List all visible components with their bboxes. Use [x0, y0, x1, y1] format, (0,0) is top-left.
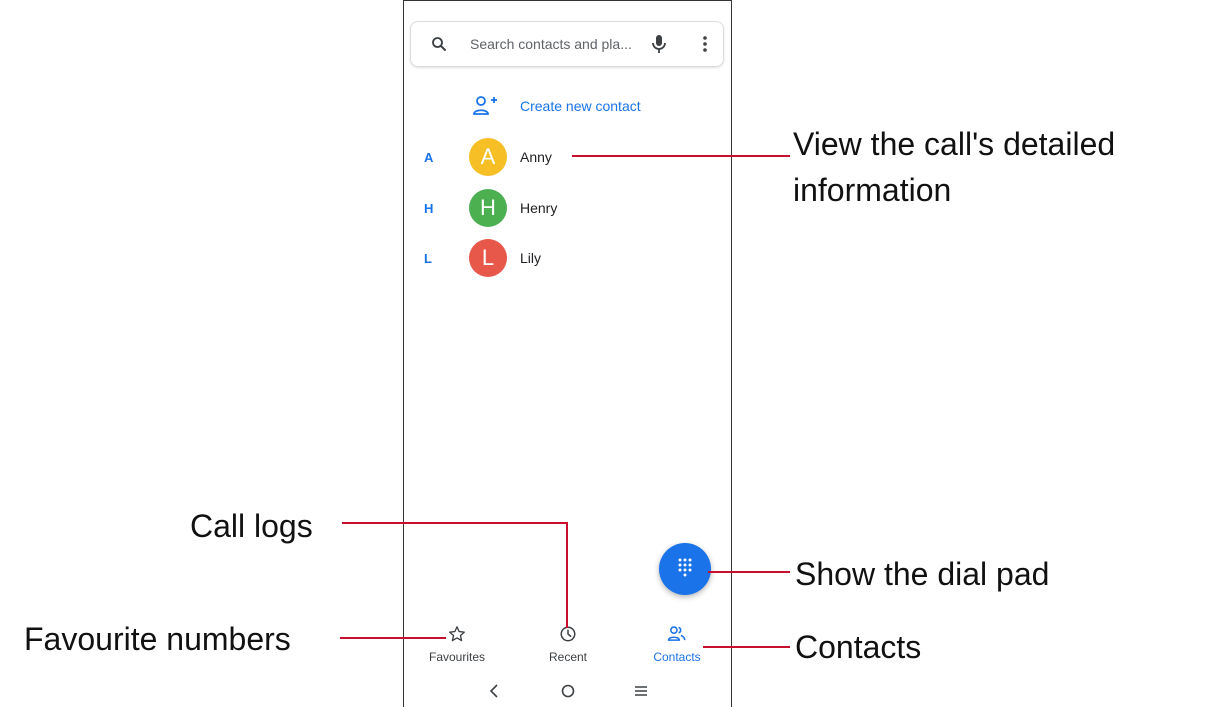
- leader-line-contacts: [703, 646, 790, 648]
- leader-line-call-logs-vertical: [566, 522, 568, 628]
- annotation-favourites: Favourite numbers: [24, 621, 291, 657]
- section-letter: L: [424, 251, 432, 266]
- section-letter: A: [424, 150, 434, 165]
- annotation-dial-pad: Show the dial pad: [795, 556, 1050, 592]
- contact-row-lily[interactable]: L L Lily: [404, 239, 731, 279]
- dialpad-icon: [677, 557, 693, 582]
- annotation-call-logs: Call logs: [190, 508, 313, 544]
- search-input[interactable]: Search contacts and pla...: [470, 36, 632, 52]
- contact-name: Lily: [520, 250, 542, 266]
- annotation-contacts: Contacts: [795, 629, 922, 665]
- create-new-contact-label: Create new contact: [520, 98, 641, 114]
- annotation-view-details-line1: View the call's detailed: [793, 126, 1116, 162]
- leader-line-favourites: [340, 637, 446, 639]
- contact-row-henry[interactable]: H H Henry: [404, 189, 731, 229]
- section-letter: H: [424, 201, 434, 216]
- avatar: H: [469, 189, 507, 227]
- avatar: L: [469, 239, 507, 277]
- search-bar[interactable]: Search contacts and pla...: [410, 21, 724, 67]
- dialpad-button[interactable]: [659, 543, 711, 595]
- tab-label: Contacts: [653, 650, 701, 664]
- contact-name: Anny: [520, 149, 552, 165]
- back-icon[interactable]: [479, 679, 509, 703]
- leader-line-dialpad: [708, 571, 790, 573]
- create-new-contact-button[interactable]: Create new contact: [404, 93, 731, 121]
- contact-name: Henry: [520, 200, 558, 216]
- clock-icon: [523, 625, 613, 648]
- leader-line-call-logs: [342, 522, 568, 524]
- recent-apps-icon[interactable]: [626, 679, 656, 703]
- tab-contacts[interactable]: Contacts: [632, 621, 722, 665]
- tab-label: Recent: [548, 650, 588, 664]
- tab-label: Favourites: [428, 650, 486, 664]
- microphone-icon[interactable]: [647, 22, 671, 66]
- add-person-icon: [472, 95, 498, 122]
- more-options-icon[interactable]: [693, 22, 717, 66]
- tab-recent[interactable]: Recent: [523, 621, 613, 665]
- leader-line-details: [572, 155, 790, 157]
- contacts-icon: [632, 625, 722, 648]
- search-icon[interactable]: [427, 22, 451, 66]
- tab-favourites[interactable]: Favourites: [412, 621, 502, 665]
- avatar: A: [469, 138, 507, 176]
- annotation-view-details-line2: information: [793, 172, 952, 208]
- home-icon[interactable]: [553, 679, 583, 703]
- contact-row-anny[interactable]: A A Anny: [404, 138, 731, 178]
